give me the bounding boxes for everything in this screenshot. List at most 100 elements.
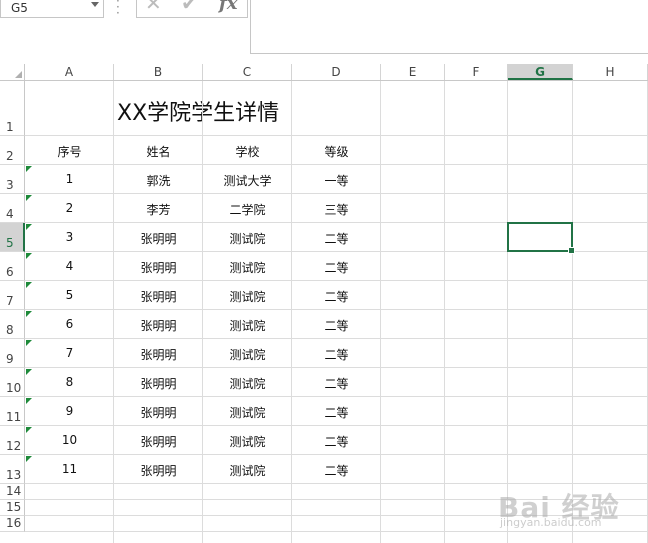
error-flag-icon[interactable] (26, 427, 32, 433)
table-cell[interactable]: 张明明 (114, 433, 203, 450)
table-cell[interactable]: 二学院 (203, 201, 292, 218)
gridline-vertical (507, 81, 508, 543)
error-flag-icon[interactable] (26, 282, 32, 288)
table-cell[interactable]: 11 (25, 462, 114, 476)
table-cell[interactable]: 二等 (292, 375, 381, 392)
table-cell[interactable]: 测试院 (203, 404, 292, 421)
table-cell[interactable]: 10 (25, 433, 114, 447)
cancel-icon[interactable]: ✕ (145, 0, 162, 15)
table-cell[interactable]: 二等 (292, 288, 381, 305)
table-cell[interactable]: 张明明 (114, 404, 203, 421)
row-header-9[interactable]: 9 (0, 339, 25, 368)
table-cell[interactable]: 测试院 (203, 288, 292, 305)
row-header-12[interactable]: 12 (0, 426, 25, 455)
row-header-5[interactable]: 5 (0, 223, 25, 252)
row-number: 14 (6, 484, 22, 498)
row-header-7[interactable]: 7 (0, 281, 25, 310)
table-cell[interactable]: 一等 (292, 172, 381, 189)
error-flag-icon[interactable] (26, 224, 32, 230)
table-cell[interactable]: 二等 (292, 433, 381, 450)
table-cell[interactable]: 二等 (292, 259, 381, 276)
error-flag-icon[interactable] (26, 166, 32, 172)
insert-function-icon[interactable]: fx (219, 0, 237, 14)
formula-input[interactable] (250, 0, 648, 54)
fill-handle[interactable] (568, 247, 575, 254)
name-box[interactable]: G5 (0, 0, 104, 18)
table-cell[interactable]: 郭洗 (114, 172, 203, 189)
table-cell[interactable]: 测试大学 (203, 172, 292, 189)
table-cell[interactable]: 3 (25, 230, 114, 244)
enter-icon[interactable]: ✔ (181, 0, 198, 15)
gridline-vertical (444, 81, 445, 543)
error-flag-icon[interactable] (26, 398, 32, 404)
error-flag-icon[interactable] (26, 253, 32, 259)
sheet-title[interactable]: XX学院学生详情 (117, 95, 279, 127)
table-cell[interactable]: 测试院 (203, 462, 292, 479)
row-header-11[interactable]: 11 (0, 397, 25, 426)
row-header-3[interactable]: 3 (0, 165, 25, 194)
table-cell[interactable]: 张明明 (114, 346, 203, 363)
error-flag-icon[interactable] (26, 369, 32, 375)
column-header-e[interactable]: E (381, 64, 445, 80)
table-cell[interactable]: 二等 (292, 317, 381, 334)
column-header-b[interactable]: B (114, 64, 203, 80)
table-cell[interactable]: 7 (25, 346, 114, 360)
row-header-8[interactable]: 8 (0, 310, 25, 339)
table-cell[interactable]: 张明明 (114, 375, 203, 392)
table-cell[interactable]: 张明明 (114, 462, 203, 479)
select-all-button[interactable] (0, 64, 25, 81)
header-cell[interactable]: 序号 (25, 143, 114, 160)
table-cell[interactable]: 测试院 (203, 375, 292, 392)
table-cell[interactable]: 2 (25, 201, 114, 215)
column-header-f[interactable]: F (445, 64, 508, 80)
table-cell[interactable]: 9 (25, 404, 114, 418)
formula-buttons: ✕ ✔ fx (136, 0, 248, 18)
cell-grid[interactable]: XX学院学生详情 序号 姓名 学校 等级 1 郭洗 测试大学 一等 2 李芳 二学院 三等 3 张明明 测试… (25, 81, 648, 543)
table-cell[interactable]: 二等 (292, 230, 381, 247)
table-cell[interactable]: 张明明 (114, 317, 203, 334)
header-cell[interactable]: 学校 (203, 143, 292, 160)
table-cell[interactable]: 张明明 (114, 259, 203, 276)
row-header-16[interactable]: 16 (0, 516, 25, 532)
table-cell[interactable]: 5 (25, 288, 114, 302)
row-header-15[interactable]: 15 (0, 500, 25, 516)
table-cell[interactable]: 李芳 (114, 201, 203, 218)
name-box-value: G5 (11, 1, 28, 15)
header-cell[interactable]: 等级 (292, 143, 381, 160)
table-cell[interactable]: 张明明 (114, 288, 203, 305)
table-cell[interactable]: 测试院 (203, 230, 292, 247)
error-flag-icon[interactable] (26, 340, 32, 346)
column-header-c[interactable]: C (203, 64, 292, 80)
header-cell[interactable]: 姓名 (114, 143, 203, 160)
column-header-a[interactable]: A (25, 64, 114, 80)
table-cell[interactable]: 三等 (292, 201, 381, 218)
chevron-down-icon[interactable] (91, 2, 99, 7)
table-cell[interactable]: 8 (25, 375, 114, 389)
more-options-icon[interactable]: · · · (116, 0, 122, 19)
table-cell[interactable]: 6 (25, 317, 114, 331)
table-cell[interactable]: 二等 (292, 462, 381, 479)
table-cell[interactable]: 测试院 (203, 259, 292, 276)
column-header-g[interactable]: G (508, 64, 573, 80)
table-cell[interactable]: 测试院 (203, 346, 292, 363)
row-header-2[interactable]: 2 (0, 136, 25, 165)
table-cell[interactable]: 二等 (292, 404, 381, 421)
error-flag-icon[interactable] (26, 311, 32, 317)
table-cell[interactable]: 二等 (292, 346, 381, 363)
table-cell[interactable]: 4 (25, 259, 114, 273)
row-header-14[interactable]: 14 (0, 484, 25, 500)
table-cell[interactable]: 测试院 (203, 433, 292, 450)
row-header-1[interactable]: 1 (0, 81, 25, 136)
table-cell[interactable]: 张明明 (114, 230, 203, 247)
column-header-h[interactable]: H (573, 64, 648, 80)
row-header-10[interactable]: 10 (0, 368, 25, 397)
error-flag-icon[interactable] (26, 195, 32, 201)
column-header-d[interactable]: D (292, 64, 381, 80)
row-header-6[interactable]: 6 (0, 252, 25, 281)
row-header-13[interactable]: 13 (0, 455, 25, 484)
row-header-4[interactable]: 4 (0, 194, 25, 223)
table-cell[interactable]: 测试院 (203, 317, 292, 334)
active-cell-selection[interactable] (507, 222, 575, 254)
table-cell[interactable]: 1 (25, 172, 114, 186)
error-flag-icon[interactable] (26, 456, 32, 462)
